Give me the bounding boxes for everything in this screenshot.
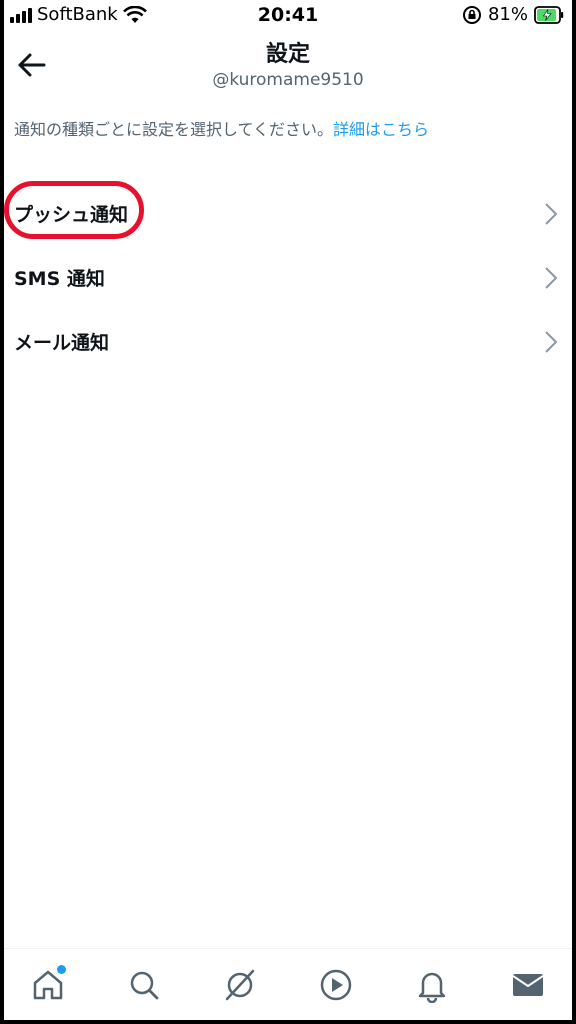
menu-item-email-notifications[interactable]: メール通知	[4, 310, 572, 372]
tab-video[interactable]	[318, 967, 358, 1007]
learn-more-link[interactable]: 詳細はこちら	[333, 120, 429, 139]
menu-item-label: メール通知	[14, 332, 110, 354]
chevron-right-icon	[545, 331, 558, 353]
status-bar: SoftBank 20:41 81%	[4, 0, 572, 34]
messages-icon	[512, 974, 544, 996]
battery-icon	[534, 5, 564, 24]
menu-item-sms-notifications[interactable]: SMS 通知	[4, 246, 572, 308]
video-icon	[320, 969, 352, 1001]
search-icon	[130, 971, 159, 1000]
battery-percent: 81%	[487, 4, 528, 25]
tab-messages[interactable]	[510, 967, 550, 1007]
bottom-tab-bar	[4, 948, 572, 1020]
status-right: 81%	[462, 4, 564, 25]
highlight-circle	[4, 181, 144, 239]
screen: SoftBank 20:41 81% 設定 @kuromame9510 通知の種…	[4, 0, 572, 1020]
chevron-right-icon	[545, 267, 558, 289]
account-username: @kuromame9510	[212, 70, 364, 90]
chevron-right-icon	[545, 203, 558, 225]
page-title: 設定	[265, 42, 310, 67]
menu-item-label: SMS 通知	[14, 268, 105, 290]
tab-notifications[interactable]	[414, 967, 454, 1007]
tab-search[interactable]	[126, 967, 166, 1007]
orientation-lock-icon	[462, 5, 481, 24]
notifications-icon	[418, 972, 446, 1004]
tab-spaces[interactable]	[222, 967, 262, 1007]
description-text: 通知の種類ごとに設定を選択してください。	[14, 120, 334, 139]
new-content-dot	[57, 965, 66, 974]
spaces-icon	[225, 969, 255, 1001]
description: 通知の種類ごとに設定を選択してください。詳細はこちら	[14, 116, 429, 140]
